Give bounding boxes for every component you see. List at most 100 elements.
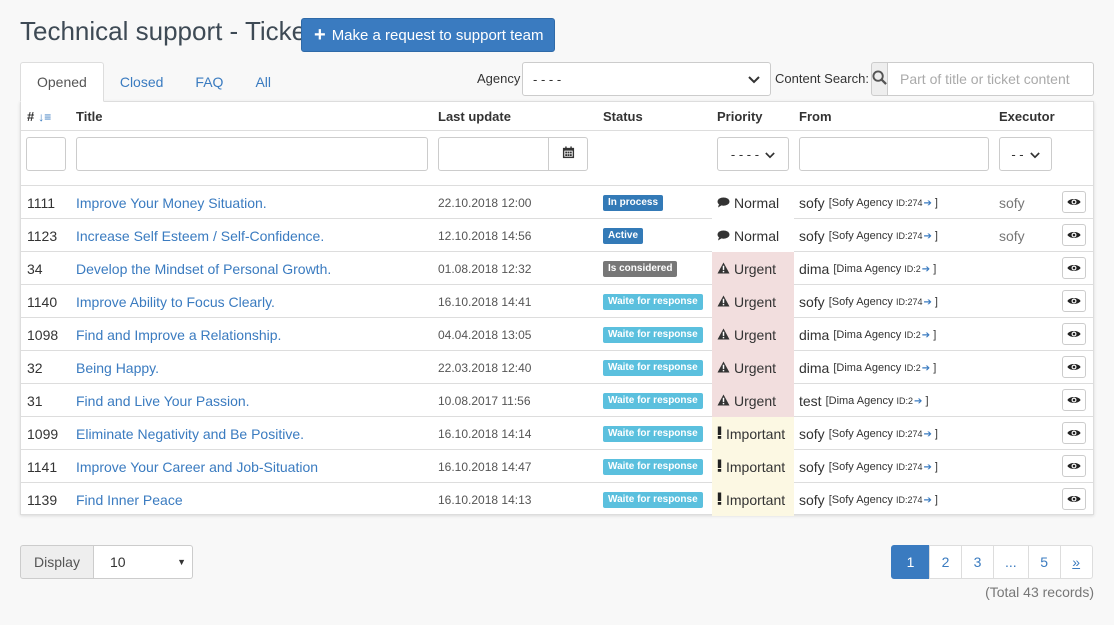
tab-all[interactable]: All xyxy=(239,62,287,102)
view-ticket-button[interactable] xyxy=(1062,455,1086,477)
content-search-input[interactable] xyxy=(888,62,1094,96)
view-ticket-button[interactable] xyxy=(1062,323,1086,345)
sign-in-icon[interactable]: ➔ xyxy=(922,363,930,374)
table-row[interactable]: 1139 Find Inner Peace 16.10.2018 14:13 Wait… xyxy=(21,483,1093,516)
title-filter-input[interactable] xyxy=(76,137,428,171)
ticket-id: 32 xyxy=(27,359,43,376)
eye-icon xyxy=(1067,492,1081,507)
table-row[interactable]: 1099 Eliminate Negativity and Be Positive… xyxy=(21,417,1093,450)
view-ticket-button[interactable] xyxy=(1062,356,1086,378)
from-cell: sofy [Sofy Agency ID:274➔ ] xyxy=(799,285,938,318)
sign-in-icon[interactable]: ➔ xyxy=(923,198,931,209)
chevron-down-icon xyxy=(748,72,760,87)
table-row[interactable]: 32 Being Happy. 22.03.2018 12:40 Waite for … xyxy=(21,351,1093,384)
from-name: sofy xyxy=(799,194,825,211)
from-agency: [Sofy Agency ID:274➔ ] xyxy=(829,296,938,308)
total-records: (Total 43 records) xyxy=(985,584,1094,600)
view-ticket-button[interactable] xyxy=(1062,224,1086,246)
from-filter-input[interactable] xyxy=(799,137,989,171)
search-button[interactable] xyxy=(871,62,888,96)
page-5[interactable]: 5 xyxy=(1027,545,1061,579)
view-ticket-button[interactable] xyxy=(1062,290,1086,312)
page-2[interactable]: 2 xyxy=(929,545,962,579)
calendar-button[interactable] xyxy=(548,137,588,171)
ticket-title-link[interactable]: Improve Ability to Focus Clearly. xyxy=(76,285,275,318)
date-filter-input[interactable] xyxy=(438,137,549,171)
table-row[interactable]: 31 Find and Live Your Passion. 10.08.2017 … xyxy=(21,384,1093,417)
status-badge: Active xyxy=(603,227,644,244)
executor-filter-select[interactable]: - - xyxy=(999,137,1052,171)
ticket-id: 31 xyxy=(27,392,43,409)
from-agency-name: [Sofy Agency xyxy=(828,427,896,440)
sign-in-icon[interactable]: ➔ xyxy=(923,231,931,242)
eye-icon xyxy=(1067,261,1081,276)
ticket-title-link[interactable]: Improve Your Money Situation. xyxy=(76,186,267,219)
ticket-title-link[interactable]: Eliminate Negativity and Be Positive. xyxy=(76,417,304,450)
plus-icon: + xyxy=(314,24,326,46)
ticket-title-link[interactable]: Develop the Mindset of Personal Growth. xyxy=(76,252,331,285)
status-cell: Waite for response xyxy=(603,318,703,351)
table-row[interactable]: 1140 Improve Ability to Focus Clearly. 16.… xyxy=(21,285,1093,318)
agency-select[interactable]: - - - - xyxy=(522,62,771,96)
pagination: 1 2 3 ... 5 » xyxy=(891,545,1093,579)
sign-in-icon[interactable]: ➔ xyxy=(922,330,930,341)
display-count-select[interactable]: 10 ▼ xyxy=(94,545,193,579)
page-3[interactable]: 3 xyxy=(961,545,994,579)
view-ticket-button[interactable] xyxy=(1062,257,1086,279)
sign-in-icon[interactable]: ➔ xyxy=(923,297,931,308)
table-row[interactable]: 1123 Increase Self Esteem / Self-Confiden… xyxy=(21,219,1093,252)
view-ticket-button[interactable] xyxy=(1062,191,1086,213)
ticket-title-link[interactable]: Find and Live Your Passion. xyxy=(76,384,250,417)
ticket-title-link[interactable]: Find Inner Peace xyxy=(76,483,183,516)
from-agency-end: ] xyxy=(930,262,937,275)
priority-label: Important xyxy=(726,458,786,475)
table-row[interactable]: 1141 Improve Your Career and Job-Situatio… xyxy=(21,450,1093,483)
chevron-down-icon xyxy=(1029,147,1040,162)
from-name: dima xyxy=(799,326,830,343)
table-row[interactable]: 1098 Find and Improve a Relationship. 04.0… xyxy=(21,318,1093,351)
column-header-title: Title xyxy=(76,109,103,124)
id-filter-input[interactable] xyxy=(26,137,66,171)
priority-cell: Urgent xyxy=(712,252,794,285)
warning-icon xyxy=(717,261,730,277)
ticket-title-link[interactable]: Find and Improve a Relationship. xyxy=(76,318,281,351)
eye-icon xyxy=(1067,327,1081,342)
from-agency-name: [Dima Agency xyxy=(833,328,905,341)
from-cell: dima [Dima Agency ID:2➔ ] xyxy=(799,252,936,285)
from-name: sofy xyxy=(799,425,825,442)
priority-cell: Normal xyxy=(712,219,794,252)
from-cell: sofy [Sofy Agency ID:274➔ ] xyxy=(799,483,938,516)
view-ticket-button[interactable] xyxy=(1062,389,1086,411)
ticket-last-update: 16.10.2018 14:14 xyxy=(438,426,532,441)
tab-closed[interactable]: Closed xyxy=(104,62,180,102)
sign-in-icon[interactable]: ➔ xyxy=(922,264,930,275)
sign-in-icon[interactable]: ➔ xyxy=(923,462,931,473)
from-agency-name: [Sofy Agency xyxy=(828,295,896,308)
ticket-title-link[interactable]: Increase Self Esteem / Self-Confidence. xyxy=(76,219,324,252)
from-name: sofy xyxy=(799,227,825,244)
make-request-button[interactable]: + Make a request to support team xyxy=(301,18,555,52)
comment-icon xyxy=(717,228,730,244)
sign-in-icon[interactable]: ➔ xyxy=(923,495,931,506)
table-row[interactable]: 34 Develop the Mindset of Personal Growth… xyxy=(21,252,1093,285)
priority-label: Urgent xyxy=(734,359,777,376)
tab-faq[interactable]: FAQ xyxy=(179,62,239,102)
ticket-title-link[interactable]: Being Happy. xyxy=(76,351,159,384)
column-header-id[interactable]: # ↓≡ xyxy=(27,109,51,124)
priority-filter-select[interactable]: - - - - xyxy=(717,137,789,171)
from-cell: sofy [Sofy Agency ID:274➔ ] xyxy=(799,417,938,450)
priority-cell: Urgent xyxy=(712,351,794,384)
table-row[interactable]: 1111 Improve Your Money Situation. 22.10.2… xyxy=(21,186,1093,219)
sort-desc-icon[interactable]: ↓≡ xyxy=(38,110,51,124)
tab-opened[interactable]: Opened xyxy=(20,62,104,102)
ticket-title-link[interactable]: Improve Your Career and Job-Situation xyxy=(76,450,318,483)
page-1[interactable]: 1 xyxy=(891,545,930,579)
sign-in-icon[interactable]: ➔ xyxy=(923,429,931,440)
tickets-table: # ↓≡ Title Last update Status Priority Fr… xyxy=(20,101,1094,516)
view-ticket-button[interactable] xyxy=(1062,488,1086,510)
view-ticket-button[interactable] xyxy=(1062,422,1086,444)
page-next[interactable]: » xyxy=(1059,545,1093,579)
from-agency-name: [Sofy Agency xyxy=(828,493,896,506)
priority-cell: Important xyxy=(712,417,794,450)
from-name: sofy xyxy=(799,293,825,310)
